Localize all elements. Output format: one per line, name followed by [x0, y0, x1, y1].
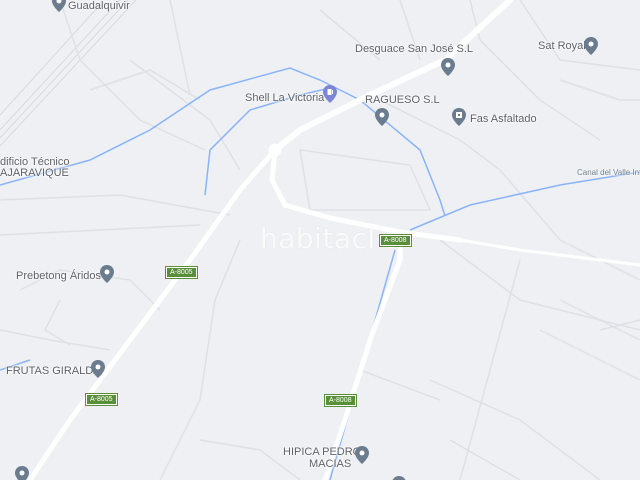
location-pin-icon[interactable] [91, 360, 105, 378]
location-pin-icon[interactable] [584, 37, 598, 55]
place-label-ragueso[interactable]: RAGUESO S.L [365, 94, 440, 106]
gas-station-icon[interactable] [323, 85, 337, 103]
location-pin-icon[interactable] [52, 0, 66, 12]
road-shield-a8005: A-8005 [85, 393, 118, 406]
canal-label: Canal del Valle Inf [577, 168, 640, 177]
place-label-desguace[interactable]: Desguace San José S.L [355, 43, 473, 55]
place-label-frutas-giralda[interactable]: FRUTAS GIRALDA [6, 365, 101, 377]
place-label-sat-royal[interactable]: Sat Royal [538, 40, 586, 52]
map-canvas[interactable]: habitaclia A-8008 A-8005 A-8005 A-8008 G… [0, 0, 640, 480]
location-pin-icon[interactable] [441, 58, 455, 76]
place-label-shell[interactable]: Shell La Victoria [245, 92, 324, 104]
place-label-prebetong[interactable]: Prebetong Áridos [16, 270, 101, 282]
location-pin-icon[interactable] [392, 476, 406, 480]
place-label-hipica-line1[interactable]: HIPICA PEDRO [283, 446, 361, 458]
location-pin-icon[interactable] [100, 265, 114, 283]
road-shield-a8005: A-8005 [165, 266, 198, 279]
location-pin-icon[interactable] [15, 466, 29, 480]
place-label-guadalquivir[interactable]: Guadalquivir [68, 0, 130, 12]
road-shield-a8008: A-8008 [324, 394, 357, 407]
place-label-fas-asfaltado[interactable]: Fas Asfaltado [470, 113, 537, 125]
business-icon[interactable] [452, 108, 466, 126]
place-label-hipica-line2[interactable]: MACIAS [309, 458, 351, 470]
place-label-edificio-line2[interactable]: AJARAVIQUE [0, 167, 69, 179]
location-pin-icon[interactable] [375, 108, 389, 126]
road-shield-a8008: A-8008 [379, 234, 412, 247]
location-pin-icon[interactable] [355, 446, 369, 464]
